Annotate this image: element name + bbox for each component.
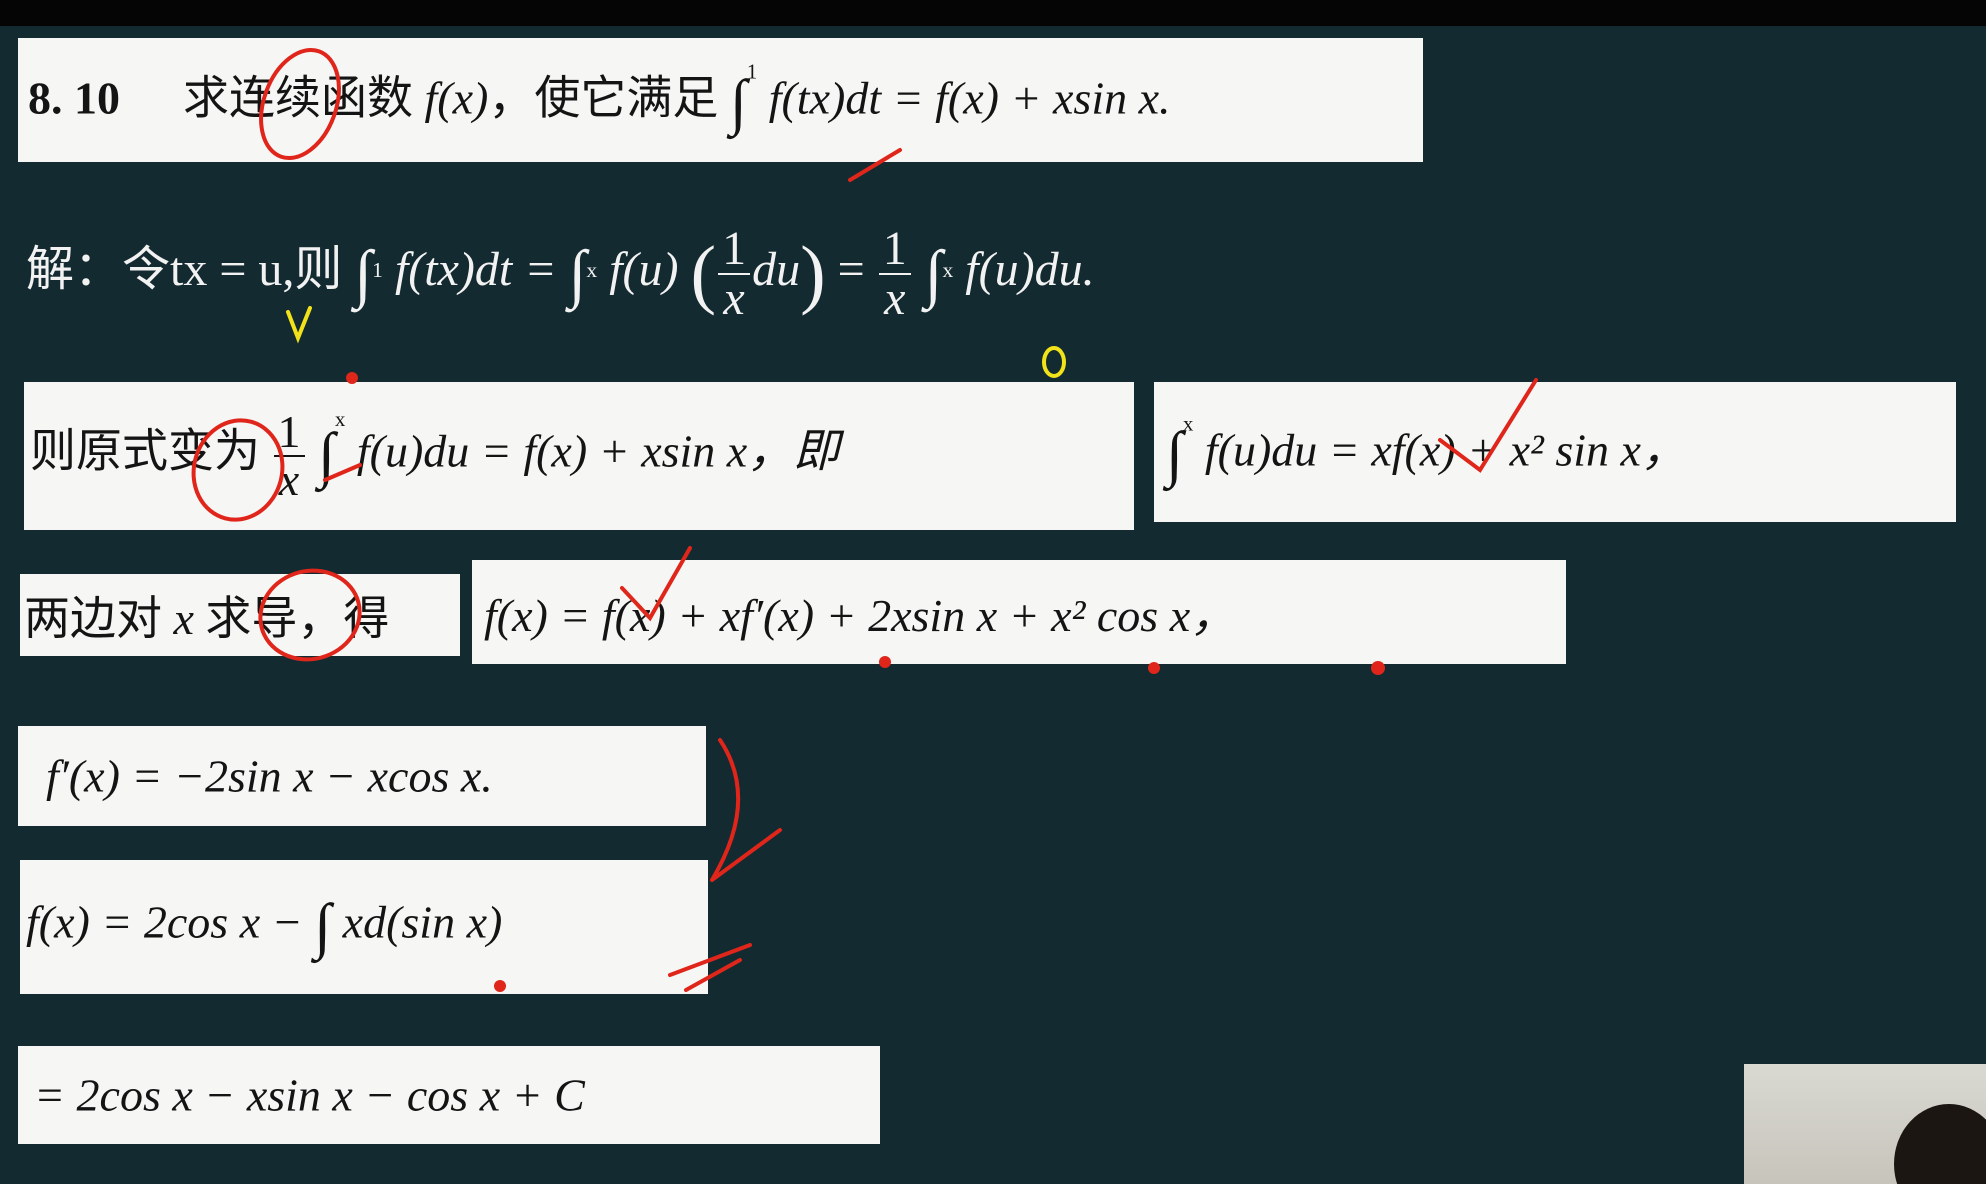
derivative-suffix: 求导，得 bbox=[205, 593, 390, 644]
integral-sign: ∫ bbox=[924, 237, 943, 310]
upper-limit: x bbox=[335, 409, 346, 431]
solution-step1: f(u) bbox=[609, 243, 679, 296]
transform-equation: f(u)du = f(x) + xsin x，即 bbox=[356, 425, 840, 477]
problem-function: f(x) bbox=[424, 72, 489, 124]
problem-text-prefix: 求连续函数 bbox=[183, 72, 413, 124]
integral-sign: ∫ bbox=[729, 68, 747, 137]
fraction-numerator: 1 bbox=[878, 224, 911, 275]
derivative-prefix-card: 两边对 x 求导，得 bbox=[20, 574, 460, 656]
final-equation: = 2cos x − xsin x − cos x + C bbox=[34, 1069, 585, 1121]
fraction-numerator: 1 bbox=[273, 409, 305, 457]
derivative-prefix: 两边对 bbox=[24, 593, 162, 644]
paren-left: ( bbox=[690, 230, 717, 316]
equals-sign: = bbox=[837, 243, 865, 296]
final-card: = 2cos x − xsin x − cos x + C bbox=[18, 1046, 880, 1144]
fprime-equation: f′(x) = −2sin x − xcos x. bbox=[46, 750, 493, 802]
fraction-denominator: x bbox=[278, 454, 300, 505]
upper-limit: 1 bbox=[372, 258, 383, 282]
upper-limit: 1 bbox=[746, 61, 758, 84]
derivative-equation: f(x) = f(x) + xf′(x) + 2xsin x + x² cos … bbox=[484, 590, 1237, 641]
presenter-head bbox=[1894, 1104, 1986, 1184]
integration-tail: xd(sin x) bbox=[342, 896, 503, 948]
integration-card: f(x) = 2cos x − ∫ xd(sin x) bbox=[20, 860, 708, 994]
fraction-numerator: 1 bbox=[718, 224, 751, 275]
fraction-denominator: x bbox=[884, 271, 906, 325]
upper-limit: x bbox=[942, 258, 954, 282]
solution-step2: f(u)du. bbox=[965, 243, 1095, 296]
window-top-bar bbox=[0, 0, 1986, 26]
integral-sign: ∫ bbox=[1166, 420, 1184, 489]
transform-result-card: ∫x f(u)du = xf(x) + x² sin x， bbox=[1154, 382, 1956, 522]
problem-equation: f(tx)dt = f(x) + xsin x. bbox=[768, 72, 1171, 124]
fraction: 1x bbox=[718, 224, 751, 325]
integral-sign: ∫ bbox=[354, 237, 373, 310]
fraction-denominator: x bbox=[723, 271, 745, 325]
solution-lhs: f(tx)dt = bbox=[394, 243, 557, 296]
derivative-card: f(x) = f(x) + xf′(x) + 2xsin x + x² cos … bbox=[472, 560, 1566, 664]
problem-card: 8. 10 求连续函数 f(x)，使它满足 ∫1 f(tx)dt = f(x) … bbox=[18, 38, 1423, 162]
integral-sign: ∫ bbox=[314, 892, 332, 961]
problem-text-mid: ，使它满足 bbox=[488, 72, 719, 124]
upper-limit: x bbox=[586, 258, 598, 282]
transform-prefix: 则原式变为 bbox=[30, 425, 260, 477]
transform-result-equation: f(u)du = xf(x) + x² sin x， bbox=[1204, 424, 1687, 476]
solution-intro: 解：令tx = u,则 bbox=[26, 243, 343, 296]
fraction: 1x bbox=[878, 224, 911, 325]
yellow-circle-mark bbox=[1042, 346, 1066, 378]
webcam-video bbox=[1744, 1064, 1986, 1184]
transform-card: 则原式变为 1x ∫x f(u)du = f(x) + xsin x，即 bbox=[24, 382, 1134, 530]
arrow-mark bbox=[710, 738, 782, 882]
paren-right: ) bbox=[800, 230, 826, 316]
integral-sign: ∫ bbox=[568, 237, 587, 310]
derivative-variable: x bbox=[173, 593, 194, 644]
upper-limit: x bbox=[1183, 413, 1194, 436]
integration-equation: f(x) = 2cos x − bbox=[26, 896, 303, 948]
fraction: 1x bbox=[273, 409, 305, 505]
integral-sign: ∫ bbox=[318, 421, 336, 490]
fprime-card: f′(x) = −2sin x − xcos x. bbox=[18, 726, 706, 826]
problem-number: 8. 10 bbox=[28, 72, 120, 124]
solution-line: 解：令tx = u,则 ∫1 f(tx)dt = ∫x f(u) (1 x du) … bbox=[26, 200, 1095, 340]
differential: du bbox=[752, 243, 801, 296]
